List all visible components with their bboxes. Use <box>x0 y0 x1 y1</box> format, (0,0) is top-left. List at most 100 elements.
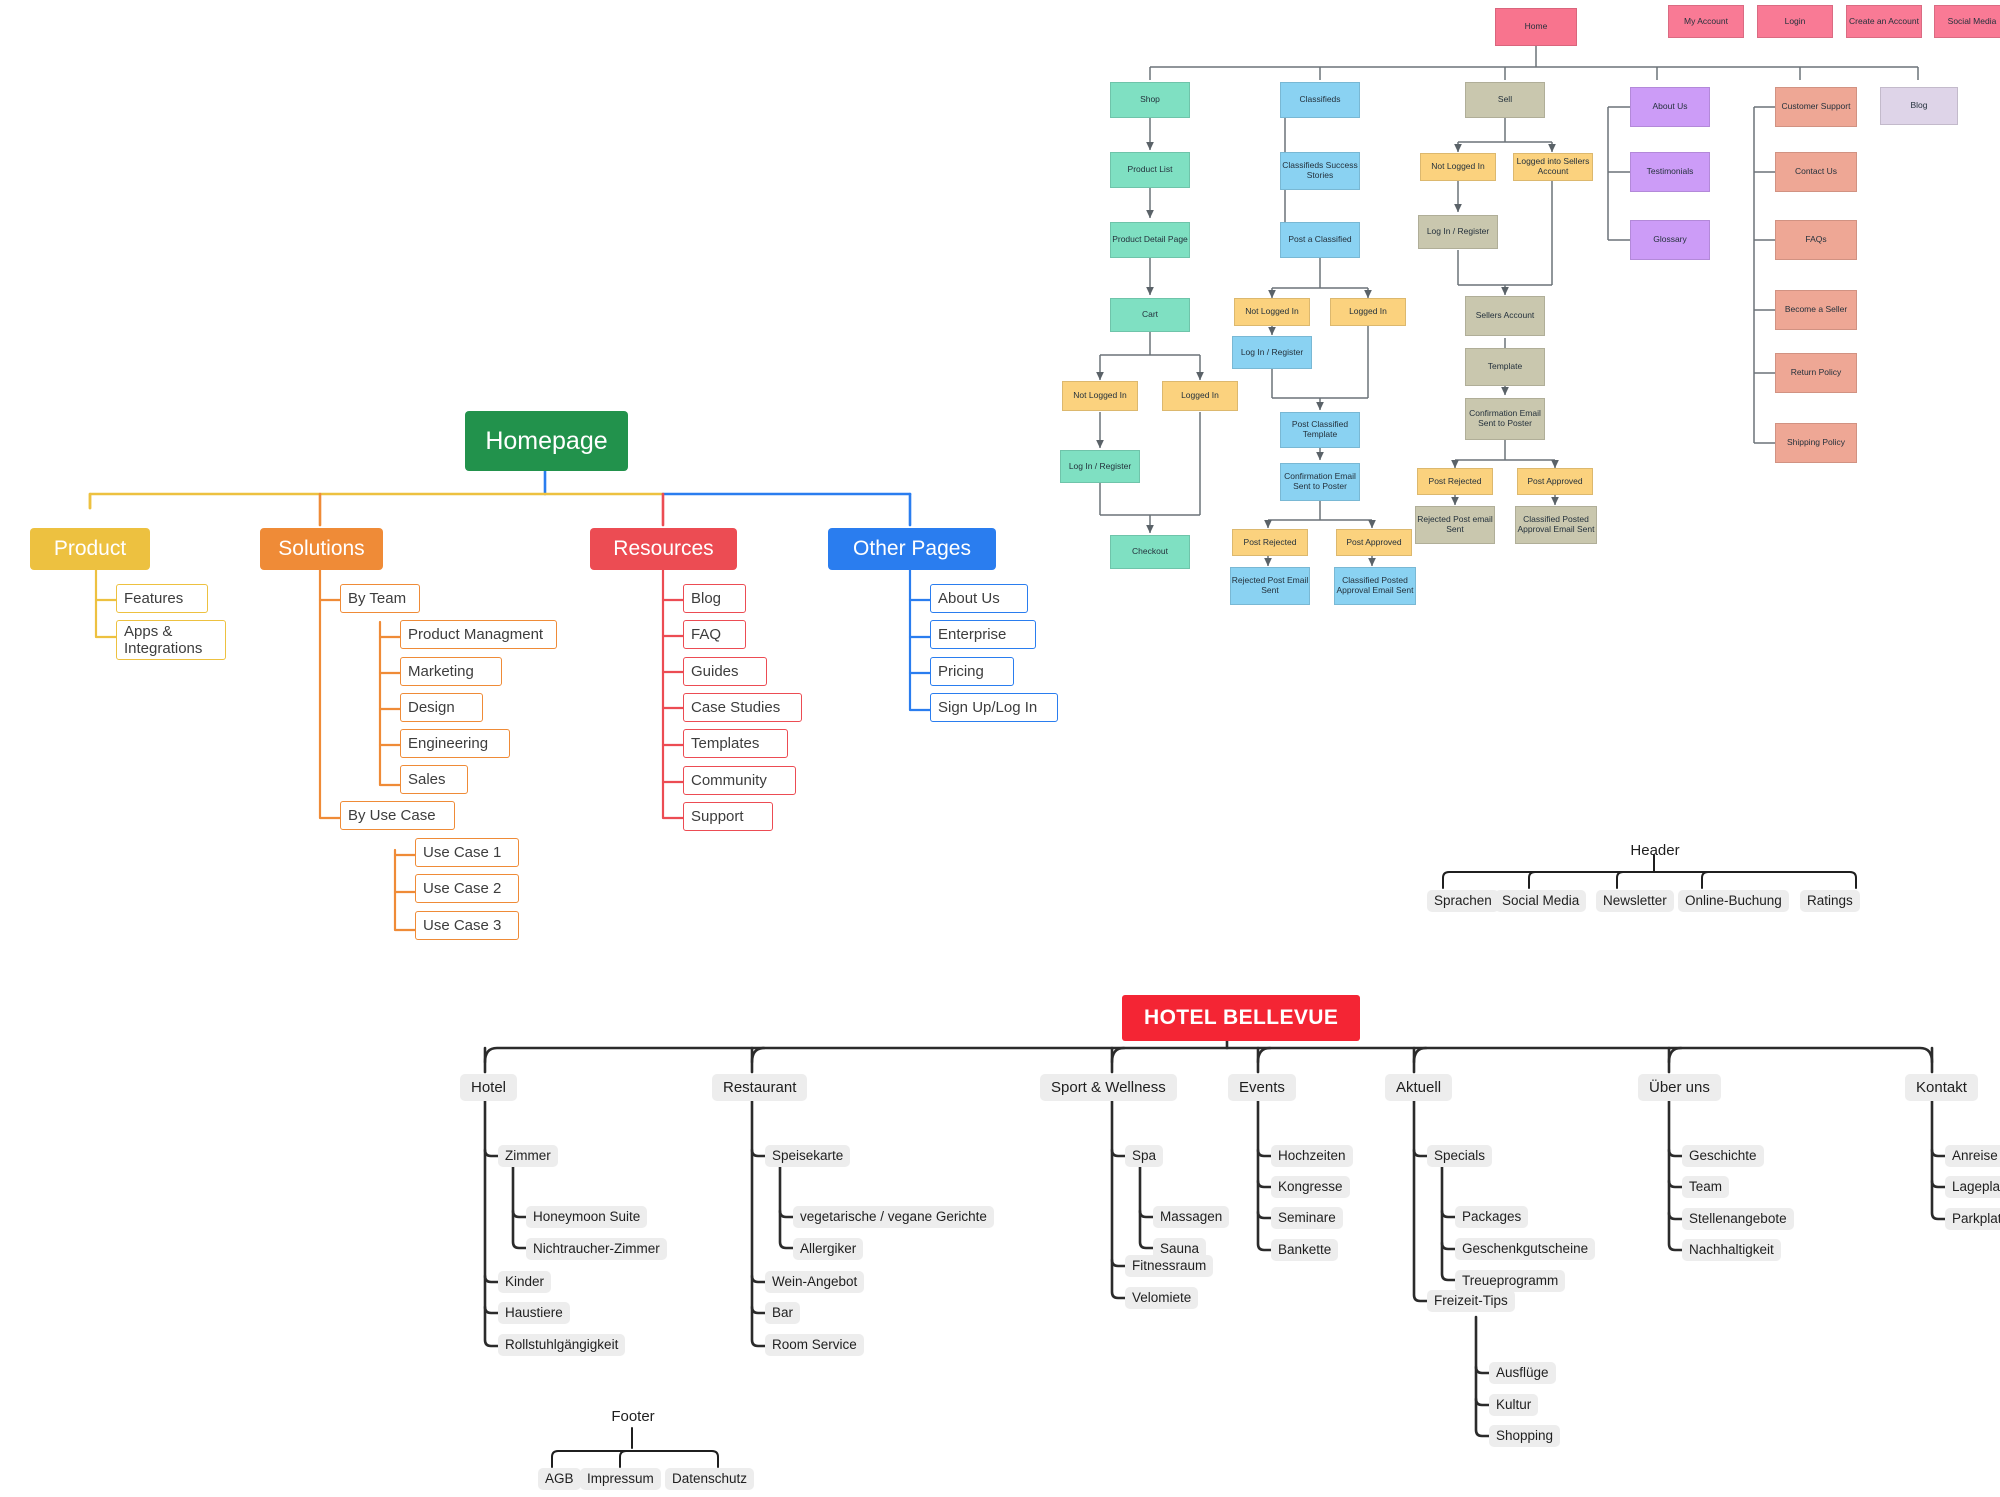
footer-map-item-datenschutz[interactable]: Datenschutz <box>665 1468 755 1490</box>
hotel-leaf-zimmer[interactable]: Zimmer <box>498 1145 558 1167</box>
hotel-leaf-packages[interactable]: Packages <box>1455 1206 1529 1228</box>
hotel-root-title[interactable]: HOTEL BELLEVUE <box>1122 995 1361 1042</box>
flow-node-post-classified-template[interactable]: Post Classified Template <box>1280 412 1360 448</box>
hotel-leaf-kultur[interactable]: Kultur <box>1489 1394 1539 1416</box>
sitemap-leaf-use-case-1[interactable]: Use Case 1 <box>415 838 519 867</box>
header-map-item-sprachen[interactable]: Sprachen <box>1427 890 1499 912</box>
flow-node-sell-post-rejected[interactable]: Post Rejected <box>1417 468 1493 495</box>
sitemap-root-homepage[interactable]: Homepage <box>465 411 628 471</box>
header-map-item-social-media[interactable]: Social Media <box>1495 890 1587 912</box>
hotel-leaf-treueprogramm[interactable]: Treueprogramm <box>1455 1270 1566 1292</box>
sitemap-leaf-support[interactable]: Support <box>683 802 773 831</box>
sitemap-leaf-templates[interactable]: Templates <box>683 729 788 758</box>
hotel-branch-kontakt[interactable]: Kontakt <box>1905 1074 1978 1102</box>
sitemap-leaf-sign-up-log-in[interactable]: Sign Up/Log In <box>930 693 1058 722</box>
flow-node-testimonials[interactable]: Testimonials <box>1630 152 1710 192</box>
sitemap-leaf-community[interactable]: Community <box>683 766 796 795</box>
hotel-leaf-bar[interactable]: Bar <box>765 1302 801 1324</box>
sitemap-leaf-use-case-3[interactable]: Use Case 3 <box>415 911 519 940</box>
hotel-leaf-hochzeiten[interactable]: Hochzeiten <box>1271 1145 1353 1167</box>
hotel-leaf-fitnessraum[interactable]: Fitnessraum <box>1125 1255 1214 1277</box>
flow-node-classifieds-success-stories[interactable]: Classifieds Success Stories <box>1280 152 1360 190</box>
hotel-leaf-kongresse[interactable]: Kongresse <box>1271 1176 1350 1198</box>
flow-node-shop-not-logged-in[interactable]: Not Logged In <box>1062 381 1138 411</box>
hotel-leaf-haustiere[interactable]: Haustiere <box>498 1302 570 1324</box>
hotel-leaf-team[interactable]: Team <box>1682 1176 1730 1198</box>
flow-node-sell-login-register[interactable]: Log In / Register <box>1418 215 1498 249</box>
hotel-branch-sport-wellness[interactable]: Sport & Wellness <box>1040 1074 1177 1102</box>
hotel-leaf-geschichte[interactable]: Geschichte <box>1682 1145 1764 1167</box>
flow-node-sell-template[interactable]: Template <box>1465 348 1545 386</box>
flow-node-shop[interactable]: Shop <box>1110 82 1190 118</box>
hotel-leaf-wein-angebot[interactable]: Wein-Angebot <box>765 1271 865 1293</box>
flow-node-sell[interactable]: Sell <box>1465 82 1545 118</box>
flow-node-classifieds-post-rejected[interactable]: Post Rejected <box>1232 529 1308 556</box>
hotel-leaf-lageplan[interactable]: Lageplan <box>1945 1176 2000 1198</box>
flow-node-shop-login-register[interactable]: Log In / Register <box>1060 450 1140 483</box>
hotel-branch-ueber-uns[interactable]: Über uns <box>1638 1074 1721 1102</box>
flow-node-about-us[interactable]: About Us <box>1630 87 1710 127</box>
flow-node-sellers-account[interactable]: Sellers Account <box>1465 296 1545 336</box>
hotel-leaf-rollstuhlgaengigkeit[interactable]: Rollstuhlgängigkeit <box>498 1334 626 1356</box>
header-map-item-newsletter[interactable]: Newsletter <box>1596 890 1674 912</box>
hotel-leaf-stellenangebote[interactable]: Stellenangebote <box>1682 1208 1794 1230</box>
flow-node-glossary[interactable]: Glossary <box>1630 220 1710 260</box>
sitemap-leaf-enterprise[interactable]: Enterprise <box>930 620 1036 649</box>
hotel-branch-aktuell[interactable]: Aktuell <box>1385 1074 1453 1102</box>
hotel-leaf-room-service[interactable]: Room Service <box>765 1334 864 1356</box>
hotel-leaf-vegetarische-vegane[interactable]: vegetarische / vegane Gerichte <box>793 1206 994 1228</box>
sitemap-category-resources[interactable]: Resources <box>590 528 737 570</box>
flow-node-post-a-classified[interactable]: Post a Classified <box>1280 222 1360 258</box>
flow-node-rejected-post-email-sent[interactable]: Rejected Post Email Sent <box>1230 567 1310 605</box>
flow-node-sell-not-logged-in[interactable]: Not Logged In <box>1420 153 1496 181</box>
sitemap-leaf-guides[interactable]: Guides <box>683 657 767 686</box>
sitemap-leaf-sales[interactable]: Sales <box>400 765 468 794</box>
hotel-leaf-bankette[interactable]: Bankette <box>1271 1239 1339 1261</box>
sitemap-category-other-pages[interactable]: Other Pages <box>828 528 996 570</box>
header-map-item-online-buchung[interactable]: Online-Buchung <box>1678 890 1789 912</box>
hotel-leaf-nachhaltigkeit[interactable]: Nachhaltigkeit <box>1682 1239 1781 1261</box>
flow-node-contact-us[interactable]: Contact Us <box>1775 152 1857 192</box>
hotel-leaf-massagen[interactable]: Massagen <box>1153 1206 1230 1228</box>
flow-node-login[interactable]: Login <box>1757 5 1833 38</box>
hotel-leaf-nichtraucher-zimmer[interactable]: Nichtraucher-Zimmer <box>526 1238 667 1260</box>
flow-node-my-account[interactable]: My Account <box>1668 5 1744 38</box>
flow-node-checkout[interactable]: Checkout <box>1110 535 1190 569</box>
flow-node-sell-post-approved[interactable]: Post Approved <box>1517 468 1593 495</box>
hotel-leaf-honeymoon-suite[interactable]: Honeymoon Suite <box>526 1206 648 1228</box>
sitemap-category-solutions[interactable]: Solutions <box>260 528 383 570</box>
flow-node-classifieds[interactable]: Classifieds <box>1280 82 1360 118</box>
hotel-leaf-ausfluege[interactable]: Ausflüge <box>1489 1362 1556 1384</box>
flow-node-customer-support[interactable]: Customer Support <box>1775 87 1857 127</box>
flow-node-logged-into-sellers-account[interactable]: Logged into Sellers Account <box>1513 153 1593 181</box>
sitemap-category-product[interactable]: Product <box>30 528 150 570</box>
sitemap-leaf-features[interactable]: Features <box>116 584 208 613</box>
flow-node-classifieds-login-register[interactable]: Log In / Register <box>1232 336 1312 369</box>
flow-node-sell-rejected-post-email[interactable]: Rejected Post email Sent <box>1415 506 1495 544</box>
flow-node-product-detail-page[interactable]: Product Detail Page <box>1110 222 1190 258</box>
flow-node-product-list[interactable]: Product List <box>1110 152 1190 188</box>
sitemap-leaf-pricing[interactable]: Pricing <box>930 657 1014 686</box>
hotel-leaf-geschenkgutscheine[interactable]: Geschenkgutscheine <box>1455 1238 1596 1260</box>
sitemap-leaf-engineering[interactable]: Engineering <box>400 729 510 758</box>
hotel-leaf-speisekarte[interactable]: Speisekarte <box>765 1145 851 1167</box>
flow-node-classified-approval-email-sent[interactable]: Classified Posted Approval Email Sent <box>1334 567 1416 605</box>
sitemap-leaf-apps-integrations[interactable]: Apps & Integrations <box>116 620 226 660</box>
sitemap-leaf-use-case-2[interactable]: Use Case 2 <box>415 874 519 903</box>
sitemap-leaf-design[interactable]: Design <box>400 693 483 722</box>
flow-node-classifieds-post-approved[interactable]: Post Approved <box>1336 529 1412 556</box>
footer-map-item-impressum[interactable]: Impressum <box>580 1468 661 1490</box>
sitemap-leaf-about-us[interactable]: About Us <box>930 584 1028 613</box>
hotel-leaf-anreise[interactable]: Anreise <box>1945 1145 2000 1167</box>
flow-node-home[interactable]: Home <box>1495 8 1577 46</box>
hotel-leaf-velomiete[interactable]: Velomiete <box>1125 1287 1199 1309</box>
flow-node-sell-confirmation-email[interactable]: Confirmation Email Sent to Poster <box>1465 398 1545 440</box>
header-map-item-ratings[interactable]: Ratings <box>1800 890 1860 912</box>
hotel-branch-events[interactable]: Events <box>1228 1074 1296 1102</box>
sitemap-leaf-case-studies[interactable]: Case Studies <box>683 693 802 722</box>
sitemap-leaf-product-managment[interactable]: Product Managment <box>400 620 557 649</box>
hotel-leaf-kinder[interactable]: Kinder <box>498 1271 552 1293</box>
flow-node-classifieds-confirmation-email[interactable]: Confirmation Email Sent to Poster <box>1280 463 1360 501</box>
flow-node-classifieds-logged-in[interactable]: Logged In <box>1330 298 1406 326</box>
footer-map-item-agb[interactable]: AGB <box>538 1468 581 1490</box>
